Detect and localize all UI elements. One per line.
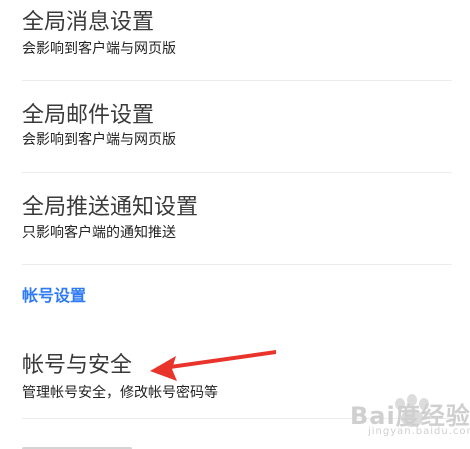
- settings-screen: 全局消息设置 会影响到客户端与网页版 全局邮件设置 会影响到客户端与网页版 全局…: [0, 0, 470, 449]
- settings-item-subtitle: 只影响客户端的通知推送: [22, 225, 176, 241]
- settings-item-next-partial[interactable]: [0, 419, 470, 449]
- settings-item-subtitle: 管理帐号安全，修改帐号密码等: [22, 385, 218, 401]
- divider: [22, 264, 452, 265]
- settings-item-title-clipped: [22, 441, 142, 449]
- section-header-account: 帐号设置: [22, 286, 87, 305]
- settings-item-subtitle: 会影响到客户端与网页版: [22, 132, 176, 148]
- settings-item-global-message[interactable]: 全局消息设置 会影响到客户端与网页版: [0, 0, 470, 78]
- settings-item-global-push[interactable]: 全局推送通知设置 只影响客户端的通知推送: [0, 173, 470, 263]
- settings-item-title: 全局邮件设置: [22, 103, 155, 128]
- settings-item-title: 全局推送通知设置: [22, 195, 199, 220]
- settings-item-subtitle: 会影响到客户端与网页版: [22, 41, 176, 57]
- settings-item-global-mail[interactable]: 全局邮件设置 会影响到客户端与网页版: [0, 81, 470, 171]
- settings-item-title: 帐号与安全: [22, 353, 133, 378]
- settings-item-account-security[interactable]: 帐号与安全 管理帐号安全，修改帐号密码等: [0, 335, 470, 417]
- settings-item-title: 全局消息设置: [22, 10, 155, 35]
